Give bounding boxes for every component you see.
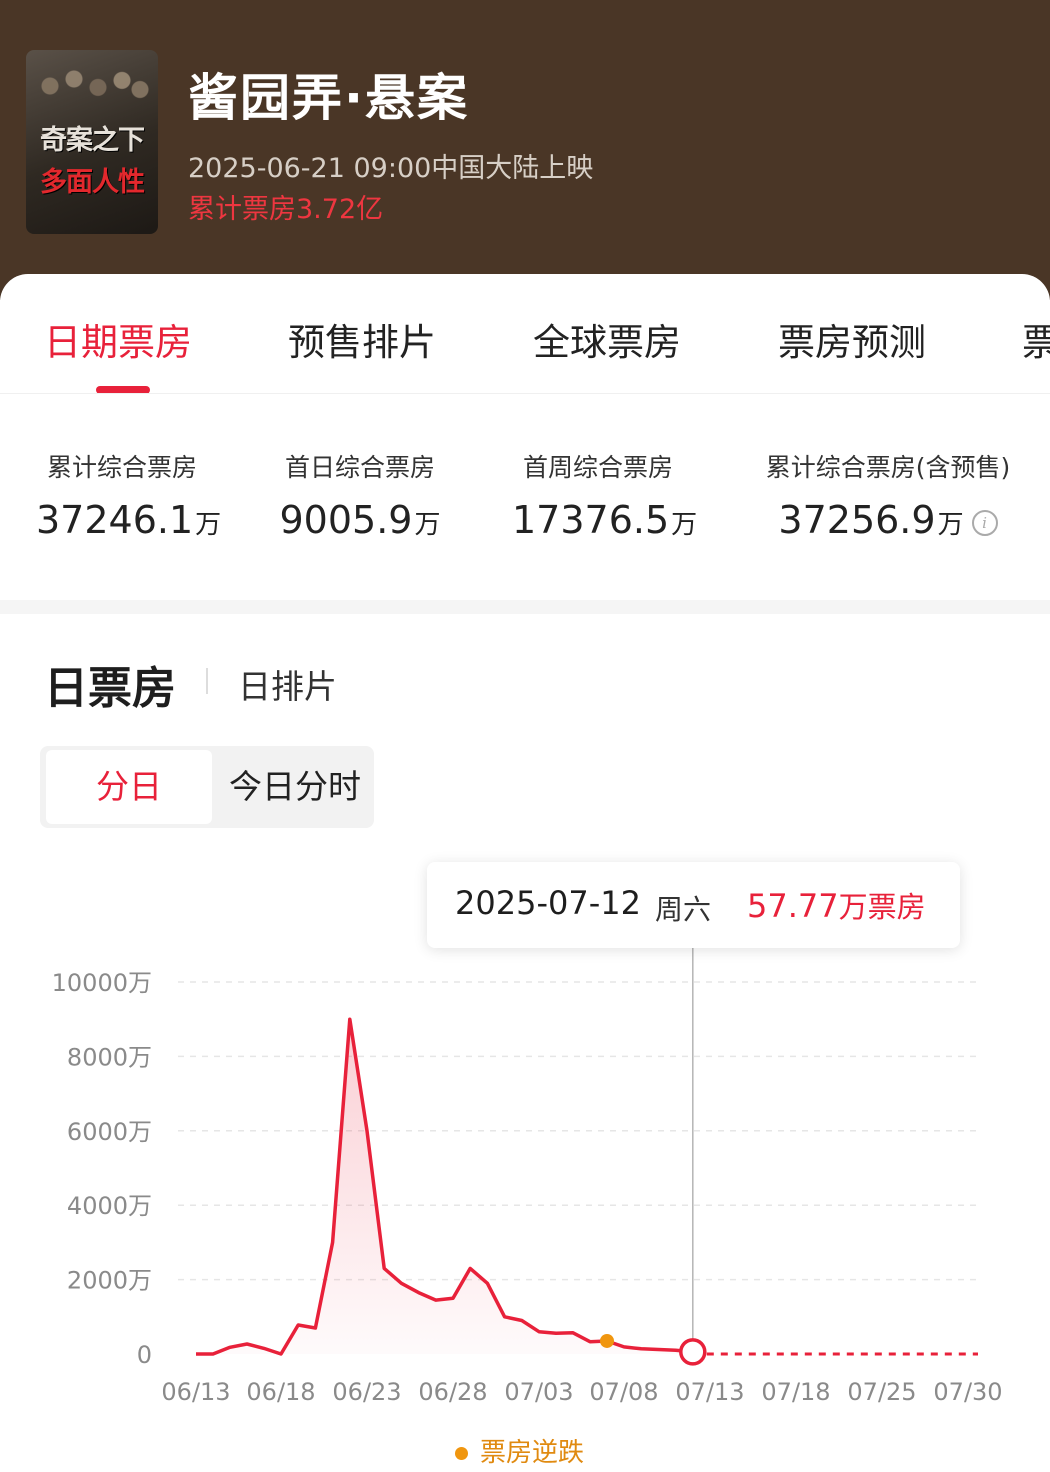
chart-legend: 票房逆跌: [455, 1432, 584, 1469]
x-tick-label: 07/13: [675, 1378, 744, 1406]
x-tick-label: 06/13: [161, 1378, 230, 1406]
legend-reversal-dot: [455, 1447, 468, 1460]
legend-reversal-label: 票房逆跌: [480, 1438, 585, 1468]
x-tick-label: 07/30: [933, 1378, 1002, 1406]
reversal-point: [600, 1333, 614, 1348]
y-tick-label: 6000万: [67, 1118, 152, 1146]
y-tick-label: 2000万: [67, 1267, 152, 1295]
y-tick-label: 10000万: [52, 969, 152, 997]
series-area: [196, 1019, 693, 1354]
y-tick-label: 8000万: [67, 1043, 152, 1071]
tooltip-date: 2025-07-12: [455, 884, 641, 922]
daily-box-office-chart[interactable]: 10000万 8000万 6000万 4000万 2000万 0 06/13 06/18 06/…: [0, 0, 1050, 1472]
x-tick-label: 07/18: [761, 1378, 830, 1406]
x-tick-label: 07/03: [504, 1378, 573, 1406]
chart-tooltip: 2025-07-12 周六 57.77万票房: [427, 862, 960, 948]
x-tick-label: 06/18: [246, 1378, 315, 1406]
x-tick-label: 07/25: [847, 1378, 916, 1406]
tooltip-weekday: 周六: [655, 893, 712, 926]
y-tick-label: 0: [137, 1341, 152, 1369]
x-tick-label: 06/23: [332, 1378, 401, 1406]
x-tick-label: 06/28: [418, 1378, 487, 1406]
selected-point: [679, 1338, 707, 1366]
y-tick-label: 4000万: [67, 1192, 152, 1220]
tooltip-value: 57.77万票房: [747, 887, 926, 925]
x-tick-label: 07/08: [589, 1378, 658, 1406]
